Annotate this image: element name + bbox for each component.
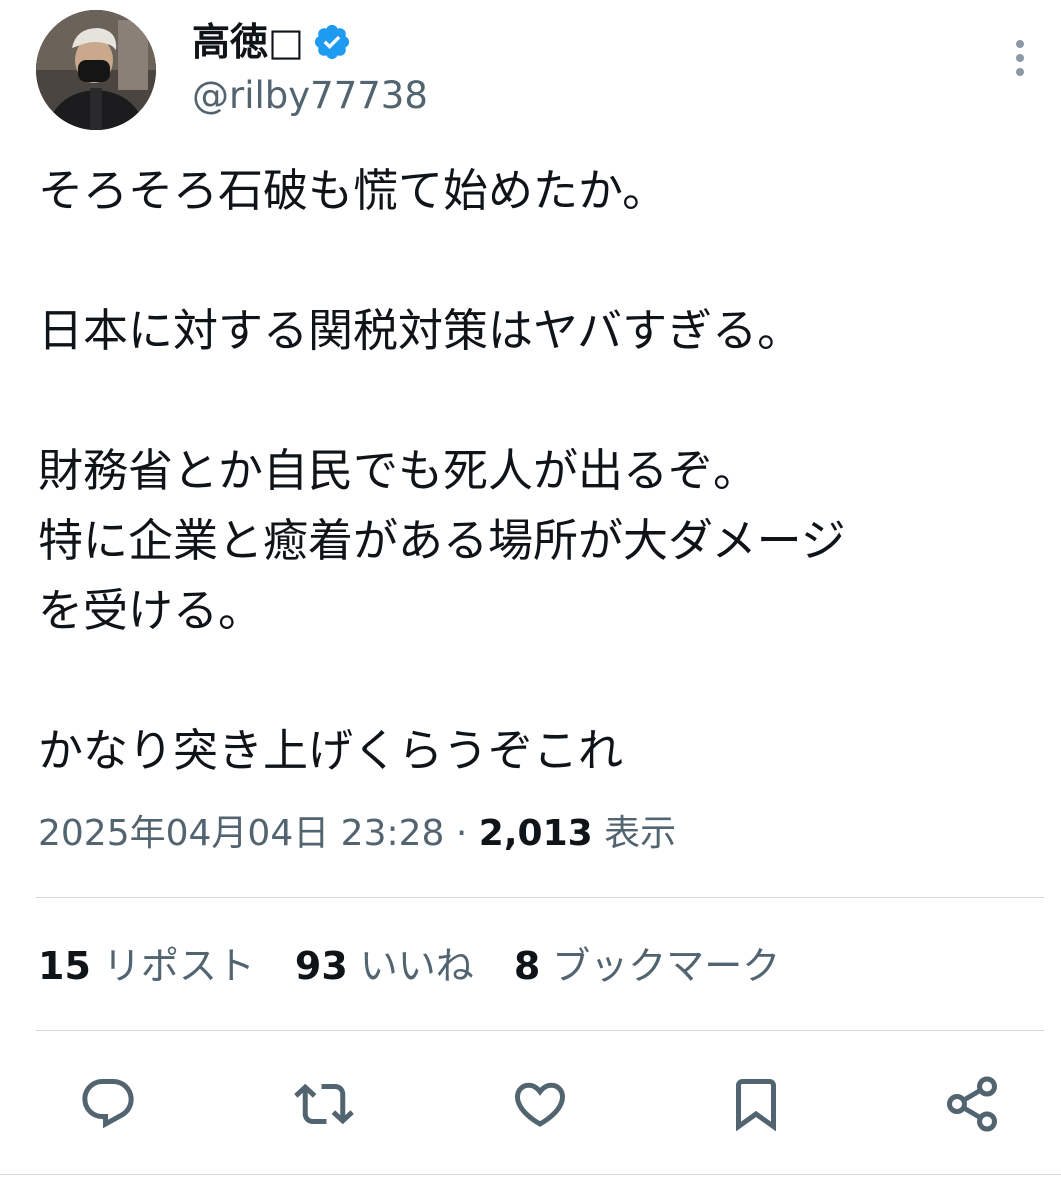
tweet-text-line [38,226,1028,296]
engagement-stats: 15 リポスト 93 いいね 8 ブックマーク [38,938,820,994]
tweet-text-line: かなり突き上げくらうぞこれ [38,724,624,777]
divider [36,1030,1044,1031]
repost-button[interactable] [292,1072,356,1136]
divider [36,897,1044,898]
reposts-label: リポスト [102,944,255,988]
divider [0,1174,1061,1175]
tweet-text-line: 日本に対する関税対策はヤバすぎる。 [38,304,803,357]
tweet-text-line [38,646,1028,716]
views-label: 表示 [604,813,677,854]
tweet-text-line: 特に企業と癒着がある場所が大ダメージ [38,514,846,567]
bookmarks-stat[interactable]: 8 ブックマーク [514,938,780,994]
reply-button[interactable] [76,1072,140,1136]
meta-separator: · [455,813,468,854]
share-button[interactable] [940,1072,1004,1136]
bookmarks-label: ブックマーク [552,944,781,988]
more-vertical-icon [1016,40,1024,76]
author-name-row[interactable]: 高徳□ [192,14,352,70]
display-name[interactable]: 高徳□ [192,14,304,70]
tweet-text-line: そろそろ石破も慌て始めたか。 [38,164,668,217]
reposts-stat[interactable]: 15 リポスト [38,938,255,994]
author-handle[interactable]: @rilby77738 [192,72,428,120]
bookmark-icon [736,1079,776,1132]
share-icon [947,1076,997,1132]
reply-icon [82,1079,134,1129]
avatar[interactable] [36,10,156,130]
bookmarks-count: 8 [513,944,541,988]
like-icon [514,1082,566,1127]
repost-icon [294,1083,354,1125]
bookmark-button[interactable] [724,1072,788,1136]
tweet-text-line: を受ける。 [38,584,264,637]
tweet-text-line [38,366,1028,436]
tweet-meta: 2025年04月04日 23:28 · 2,013 表示 [38,808,676,860]
likes-stat[interactable]: 93 いいね [295,938,474,994]
reposts-count: 15 [38,944,91,988]
likes-label: いいね [359,944,474,988]
tweet-text: そろそろ石破も慌て始めたか。 日本に対する関税対策はヤバすぎる。 財務省とか自民… [38,156,1028,786]
verified-badge-icon [314,24,349,60]
likes-count: 93 [294,944,348,988]
more-options-button[interactable] [1004,36,1036,80]
views-count: 2,013 [478,813,593,854]
like-button[interactable] [508,1072,572,1136]
tweet-detail: 高徳□ @rilby77738 そろそろ石破も慌て始めたか。 日本に対する関税対… [0,0,1061,1189]
tweet-timestamp[interactable]: 2025年04月04日 23:28 [38,813,444,854]
tweet-text-line: 財務省とか自民でも死人が出るぞ。 [38,444,759,497]
avatar-photo [36,10,156,130]
